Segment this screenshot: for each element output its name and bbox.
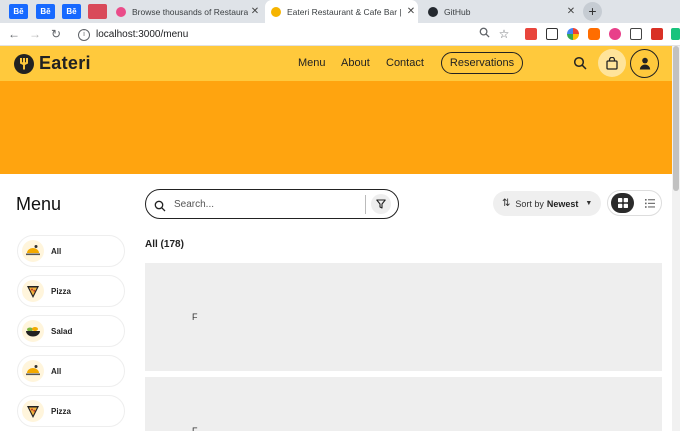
extension-icon-1[interactable]: [525, 28, 537, 40]
back-arrow-icon[interactable]: ←: [6, 26, 22, 42]
filter-button[interactable]: [371, 194, 391, 214]
shopping-bag-icon: [606, 56, 618, 70]
category-all-2[interactable]: All: [17, 355, 125, 387]
grid-view-button[interactable]: [611, 193, 634, 213]
sort-dropdown[interactable]: ⇅ Sort by Newest ▼: [493, 191, 601, 216]
tab-eateri[interactable]: Eateri Restaurant & Cafe Bar | Th ✕: [265, 0, 418, 23]
category-pizza[interactable]: Pizza: [17, 275, 125, 307]
salad-icon: [22, 320, 44, 342]
sort-value: Newest: [546, 198, 579, 209]
scrollbar-thumb[interactable]: [673, 46, 679, 191]
results-count: All (178): [145, 239, 184, 250]
search-icon: [154, 199, 166, 217]
cutlery-icon: [14, 53, 34, 74]
category-label: Pizza: [51, 286, 72, 296]
bookmark-star-icon[interactable]: ☆: [497, 27, 511, 41]
category-label: All: [51, 246, 62, 256]
sort-arrows-icon: ⇅: [502, 198, 511, 209]
list-icon: [644, 198, 655, 208]
view-toggle: [607, 190, 662, 216]
brand-name: Eateri: [39, 53, 91, 73]
extension-icon-7[interactable]: [651, 28, 663, 40]
new-tab-button[interactable]: +: [583, 2, 602, 21]
grid-icon: [617, 198, 628, 208]
reload-icon[interactable]: ↻: [48, 26, 64, 42]
address-url: localhost:3000/menu: [96, 29, 189, 40]
search-input[interactable]: [174, 197, 359, 212]
category-all[interactable]: All: [17, 235, 125, 267]
pizza-icon: [22, 280, 44, 302]
tab-title: Browse thousands of Restaurant: [132, 6, 248, 17]
cart-button[interactable]: [598, 49, 626, 77]
dribbble-icon: [116, 6, 126, 17]
dish-icon: [22, 360, 44, 382]
filter-icon: [376, 199, 386, 209]
pinned-tab-label: Bē: [40, 7, 51, 16]
tab-title: Eateri Restaurant & Cafe Bar | Th: [287, 6, 404, 17]
nav-menu[interactable]: Menu: [298, 57, 326, 69]
category-label: Salad: [51, 326, 73, 336]
extension-icon-8[interactable]: [671, 28, 680, 40]
extension-icon-6[interactable]: [630, 28, 642, 40]
close-icon[interactable]: ✕: [248, 6, 262, 17]
close-icon[interactable]: ✕: [564, 6, 578, 17]
account-button[interactable]: [630, 49, 659, 78]
sort-prefix: Sort by: [515, 198, 544, 209]
extension-icon-3[interactable]: [567, 28, 579, 40]
tab-dribbble[interactable]: Browse thousands of Restaurant ✕: [110, 0, 262, 23]
nav-contact[interactable]: Contact: [386, 57, 424, 69]
extension-icon-2[interactable]: [546, 28, 558, 40]
category-salad[interactable]: Salad: [17, 315, 125, 347]
user-icon: [639, 57, 650, 70]
pinned-tab-behance-2[interactable]: Bē: [36, 4, 55, 19]
browser-toolbar: ← → ↻ i localhost:3000/menu ☆: [0, 23, 680, 46]
pinned-tab-label: Bē: [66, 7, 77, 16]
search-icon[interactable]: [573, 56, 587, 70]
search-bar: [145, 189, 399, 219]
menu-card[interactable]: F: [145, 263, 662, 371]
site-info-icon[interactable]: i: [78, 28, 90, 41]
github-icon: [428, 6, 438, 17]
reservations-button[interactable]: Reservations: [441, 52, 523, 74]
trophy-icon: [271, 6, 281, 17]
close-icon[interactable]: ✕: [404, 6, 418, 17]
dish-icon: [22, 240, 44, 262]
tab-title: GitHub: [444, 6, 471, 17]
address-bar[interactable]: i localhost:3000/menu: [66, 25, 526, 44]
page-title: Menu: [16, 194, 62, 214]
card-image-placeholder: F: [192, 426, 198, 431]
tab-github[interactable]: GitHub ✕: [422, 0, 578, 23]
pinned-tab-behance-1[interactable]: Bē: [9, 4, 28, 19]
brand-logo[interactable]: Eateri: [14, 53, 91, 74]
pizza-icon: [22, 400, 44, 422]
pinned-tab-behance-3[interactable]: Bē: [62, 4, 81, 19]
menu-card[interactable]: F: [145, 377, 662, 431]
chevron-down-icon: ▼: [585, 200, 593, 207]
pinned-tab-label: Bē: [13, 7, 24, 16]
hero-banner: [0, 81, 672, 174]
site-header: Eateri Menu About Contact Reservations: [0, 46, 672, 81]
pinned-tab-app[interactable]: [88, 4, 107, 19]
card-image-placeholder: F: [192, 312, 198, 322]
extension-icon-5[interactable]: [609, 28, 621, 40]
category-label: Pizza: [51, 406, 72, 416]
search-divider: [365, 195, 366, 214]
list-view-button[interactable]: [638, 193, 661, 213]
page-scrollbar[interactable]: [672, 46, 680, 431]
category-label: All: [51, 366, 62, 376]
forward-arrow-icon[interactable]: →: [27, 26, 43, 42]
extension-icon-4[interactable]: [588, 28, 600, 40]
browser-tab-strip: Bē Bē Bē Browse thousands of Restaurant …: [0, 0, 680, 23]
zoom-icon[interactable]: [477, 27, 491, 41]
category-pizza-2[interactable]: Pizza: [17, 395, 125, 427]
nav-about[interactable]: About: [341, 57, 370, 69]
